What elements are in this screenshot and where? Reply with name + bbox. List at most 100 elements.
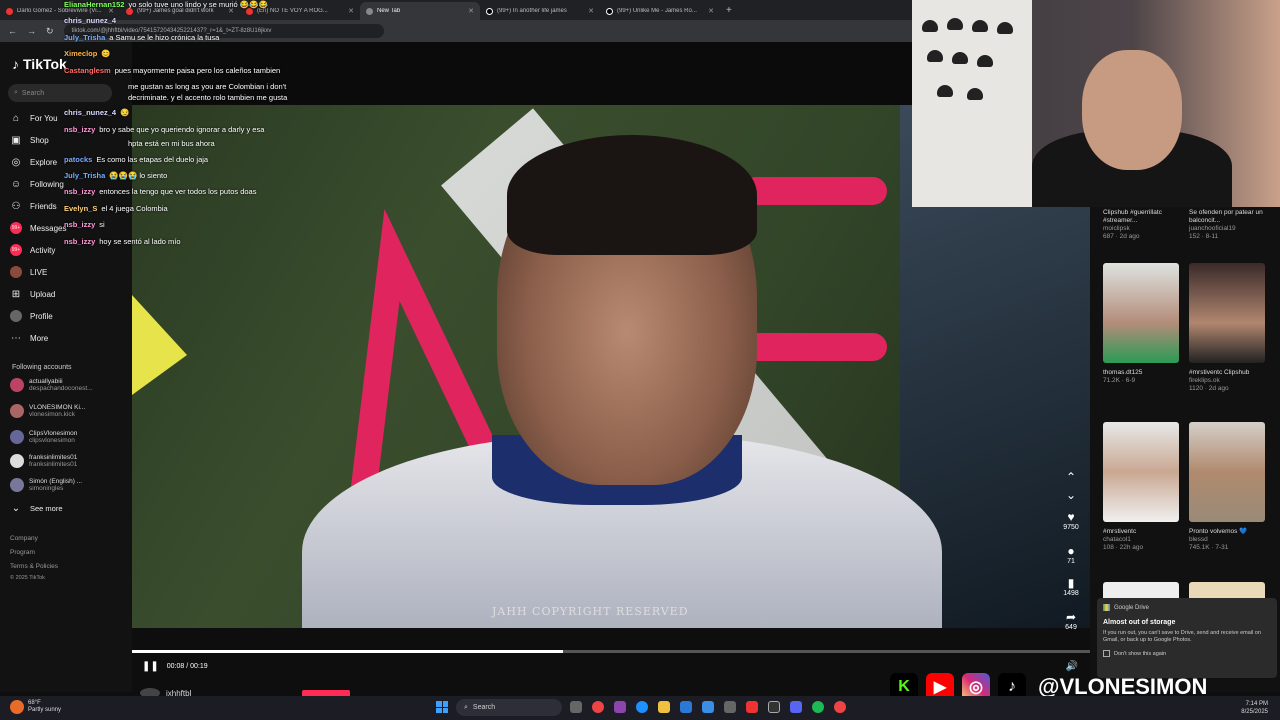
reload-icon[interactable]: ↻ — [46, 26, 54, 37]
rec-item[interactable]: #mrstiventc Clipshub fireklips.ok 1120 · 2… — [1189, 369, 1275, 393]
chat-username[interactable]: Castanglesm — [64, 66, 111, 75]
browser-tab[interactable]: (99+) Unlike Me - James Ro... ✕ — [600, 2, 720, 20]
rec-item[interactable]: #mrstiventc chatacol1 108 · 22h ago — [1103, 528, 1189, 552]
chat-username[interactable]: nsb_izzy — [64, 220, 95, 229]
following-account[interactable]: actuallyabiii despachandoconest... — [10, 378, 93, 392]
globe-icon — [366, 7, 373, 15]
scroll-down-button[interactable]: ⌄ — [1060, 488, 1082, 502]
file-explorer-icon[interactable] — [658, 701, 670, 713]
outlook-icon[interactable] — [680, 701, 692, 713]
chrome-icon[interactable] — [834, 701, 846, 713]
rec-item[interactable]: Pronto volvemos 💙 blessd 745.1K · 7-31 — [1189, 528, 1275, 552]
chat-message: decriminate. y el accento rolo tambien m… — [128, 93, 287, 102]
nav-friends[interactable]: ⚇ Friends — [10, 200, 57, 212]
search-input[interactable]: ⌕ Search — [8, 84, 112, 102]
chat-username[interactable]: Evelyn_S — [64, 204, 97, 213]
chat-username[interactable]: July_Trisha — [64, 171, 105, 180]
bookmark-button[interactable]: ▮ 1498 — [1060, 576, 1082, 597]
rec-thumbnail[interactable] — [1189, 422, 1265, 522]
video-progress-bar[interactable] — [132, 650, 1090, 653]
chat-message: Evelyn_S el 4 juega Colombia — [64, 204, 168, 213]
spotify-icon[interactable] — [812, 701, 824, 713]
taskbar-search[interactable]: ⌕ Search — [456, 699, 562, 716]
chat-username[interactable]: nsb_izzy — [64, 125, 95, 134]
chat-username[interactable]: July_Trisha — [64, 33, 105, 42]
edge-icon[interactable] — [636, 701, 648, 713]
like-button[interactable]: ♥ 9750 — [1060, 510, 1082, 531]
discord-icon[interactable] — [790, 701, 802, 713]
footer-link[interactable]: Company — [10, 535, 38, 542]
nav-messages[interactable]: 99+ Messages — [10, 222, 66, 234]
comment-button[interactable]: ● 71 — [1060, 544, 1082, 565]
scroll-up-button[interactable]: ⌃ — [1060, 470, 1082, 484]
nav-following[interactable]: ☺ Following — [10, 178, 64, 190]
dont-show-checkbox[interactable]: Don't show this again — [1103, 650, 1271, 657]
see-more-button[interactable]: ⌄ See more — [10, 502, 63, 514]
back-icon[interactable]: ← — [8, 26, 17, 36]
following-account[interactable]: VLONESIMON Ki... vlonesimon.kick — [10, 404, 85, 418]
chat-username[interactable]: chris_nunez_4 — [64, 108, 116, 117]
rec-item[interactable]: Se ofenden por patear un balconcit... jua… — [1189, 209, 1275, 241]
chat-username[interactable]: Ximeclop — [64, 49, 97, 58]
browser-tab-active[interactable]: New Tab ✕ — [360, 2, 480, 20]
close-icon[interactable]: ✕ — [588, 7, 594, 15]
nav-profile[interactable]: Profile — [10, 310, 53, 322]
footer-link[interactable]: Program — [10, 549, 35, 556]
close-icon[interactable]: ✕ — [468, 7, 474, 15]
chat-username[interactable]: patocks — [64, 155, 92, 164]
chat-username[interactable]: ElianaHernan152 — [64, 0, 124, 9]
forward-icon[interactable]: → — [27, 26, 36, 36]
taskbar-clock[interactable]: 7:14 PM 8/25/2025 — [1241, 700, 1268, 716]
share-button[interactable]: ➦ 649 — [1060, 610, 1082, 631]
weather-widget[interactable]: 68°F Partly sunny — [10, 700, 61, 714]
chat-username[interactable]: nsb_izzy — [64, 187, 95, 196]
drive-notification[interactable]: Google Drive Almost out of storage If yo… — [1097, 598, 1277, 678]
heart-icon: ♥ — [1067, 510, 1075, 524]
start-button[interactable] — [436, 701, 448, 713]
close-icon[interactable]: ✕ — [348, 7, 354, 15]
chat-username[interactable]: chris_nunez_4 — [64, 16, 116, 25]
rec-thumbnail[interactable] — [1103, 422, 1179, 522]
cap-on-wall — [977, 55, 993, 67]
chat-message: chris_nunez_4 — [64, 16, 120, 25]
rec-thumbnail[interactable] — [1189, 263, 1265, 363]
messages-icon: 99+ — [10, 222, 22, 234]
chat-text: a Samu se le hizo crónica la tusa — [109, 33, 220, 42]
close-icon[interactable]: ✕ — [708, 7, 714, 15]
chevron-down-icon: ⌄ — [11, 502, 21, 514]
nav-more[interactable]: ⋯ More — [10, 332, 48, 344]
nav-upload[interactable]: ⊞ Upload — [10, 288, 56, 300]
tiktok-note-icon: ♪ — [12, 56, 19, 72]
rec-item[interactable]: thomas.dt125 71.2K · 6-9 — [1103, 369, 1189, 385]
nav-activity[interactable]: 99+ Activity — [10, 244, 55, 256]
chrome-icon[interactable] — [592, 701, 604, 713]
chat-message: Ximeclop 😊 — [64, 49, 111, 58]
nav-shop[interactable]: ▣ Shop — [10, 134, 48, 146]
app-icon[interactable] — [746, 701, 758, 713]
app-icon[interactable] — [614, 701, 626, 713]
avatar — [10, 404, 24, 418]
nav-for-you[interactable]: ⌂ For You — [10, 112, 58, 124]
store-icon[interactable] — [702, 701, 714, 713]
rec-item[interactable]: Clipshub #guerrillatc #streamer... moicli… — [1103, 209, 1189, 241]
app-icon[interactable] — [724, 701, 736, 713]
nav-live[interactable]: LIVE — [10, 266, 47, 278]
chat-message: hpta está en mi bus ahora — [128, 139, 215, 148]
chat-username[interactable]: nsb_izzy — [64, 237, 95, 246]
following-account[interactable]: franksinlimites01 franksinlimites01 — [10, 454, 77, 468]
avatar — [10, 478, 24, 492]
video-pink-bar — [742, 177, 887, 205]
task-view-icon[interactable] — [570, 701, 582, 713]
following-account[interactable]: Simón (English) ... simoningles — [10, 478, 82, 492]
footer-link[interactable]: Terms & Policies — [10, 563, 58, 570]
rec-thumbnail[interactable] — [1103, 263, 1179, 363]
nav-explore[interactable]: ◎ Explore — [10, 156, 58, 168]
chat-text: bro y sabe que yo queriendo ignorar a da… — [99, 125, 265, 134]
avatar — [10, 454, 24, 468]
new-tab-icon[interactable]: + — [726, 5, 732, 16]
app-icon[interactable] — [768, 701, 780, 713]
browser-tab[interactable]: (99+) In another life james ✕ — [480, 2, 600, 20]
tiktok-logo[interactable]: ♪ TikTok — [12, 56, 67, 72]
following-account[interactable]: ClipsVlonesimon clipsvlonesimon — [10, 430, 77, 444]
pause-icon[interactable]: ❚❚ — [142, 661, 159, 672]
